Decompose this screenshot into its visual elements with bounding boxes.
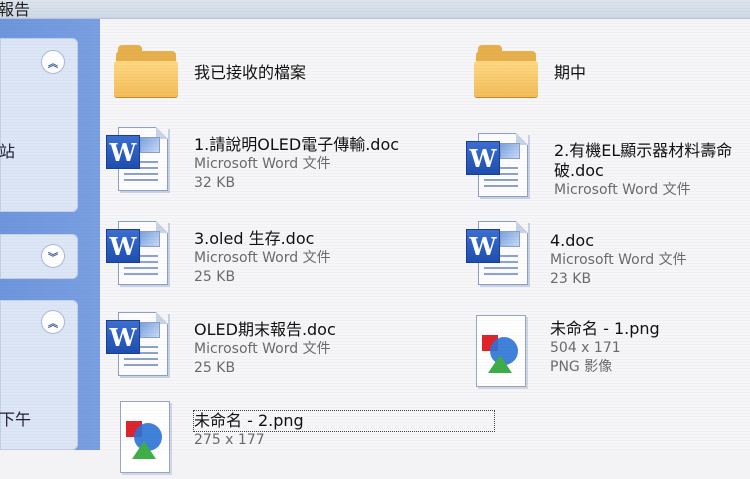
file-type: PNG 影像 bbox=[550, 359, 613, 375]
image-dimensions: 275 x 177 bbox=[194, 432, 265, 448]
file-name: OLED期末報告.doc bbox=[194, 320, 336, 339]
file-size: 23 KB bbox=[550, 271, 592, 287]
folder-icon bbox=[474, 41, 538, 97]
file-type: Microsoft Word 文件 bbox=[194, 156, 331, 172]
window-titlebar: 報告 bbox=[0, 0, 750, 19]
png-image-icon bbox=[114, 399, 186, 479]
file-size: 25 KB bbox=[194, 360, 236, 376]
task-panel-1: ︽ 站 bbox=[0, 38, 78, 212]
file-name: 1.請說明OLED電子傳輸.doc bbox=[194, 135, 400, 154]
file-list-area: 我已接收的檔案 期中 W 1.請說明OLED電子傳輸.doc Microsoft… bbox=[100, 19, 750, 473]
folder-icon bbox=[114, 41, 178, 97]
file-size: 25 KB bbox=[194, 269, 236, 285]
task-panel-1-text[interactable]: 站 bbox=[0, 138, 15, 162]
word-doc-icon: W bbox=[104, 125, 176, 197]
word-doc-icon: W bbox=[464, 131, 536, 203]
window-title: 報告 bbox=[0, 0, 31, 19]
file-name: 我已接收的檔案 bbox=[194, 63, 307, 82]
word-doc-icon: W bbox=[104, 219, 176, 291]
collapse-up-icon[interactable]: ︽ bbox=[41, 50, 65, 74]
file-name: 未命名 - 1.png bbox=[550, 319, 660, 338]
file-name: 2.有機EL顯示器材料壽命 bbox=[554, 141, 733, 160]
file-name: 4.doc bbox=[550, 231, 595, 250]
file-name-line2: 破.doc bbox=[554, 161, 604, 180]
file-type: Microsoft Word 文件 bbox=[194, 341, 331, 357]
image-dimensions: 504 x 171 bbox=[550, 340, 621, 356]
file-size: 32 KB bbox=[194, 175, 236, 191]
file-name: 3.oled 生存.doc bbox=[194, 229, 315, 248]
task-panel-3: ︽ 下午 bbox=[0, 300, 78, 450]
task-panel-3-text[interactable]: 下午 bbox=[0, 406, 31, 430]
file-type: Microsoft Word 文件 bbox=[550, 252, 687, 268]
file-type: Microsoft Word 文件 bbox=[554, 182, 691, 198]
expand-down-icon[interactable]: ︾ bbox=[41, 244, 65, 268]
png-image-icon bbox=[470, 313, 542, 393]
task-pane: ︽ 站 ︾ ︽ 下午 bbox=[0, 19, 100, 450]
word-doc-icon: W bbox=[104, 310, 176, 382]
file-type: Microsoft Word 文件 bbox=[194, 250, 331, 266]
task-panel-2: ︾ bbox=[0, 234, 78, 279]
file-name: 未命名 - 2.png bbox=[193, 410, 495, 432]
word-doc-icon: W bbox=[464, 219, 536, 291]
collapse-up-icon[interactable]: ︽ bbox=[41, 310, 65, 334]
file-name: 期中 bbox=[554, 63, 587, 82]
